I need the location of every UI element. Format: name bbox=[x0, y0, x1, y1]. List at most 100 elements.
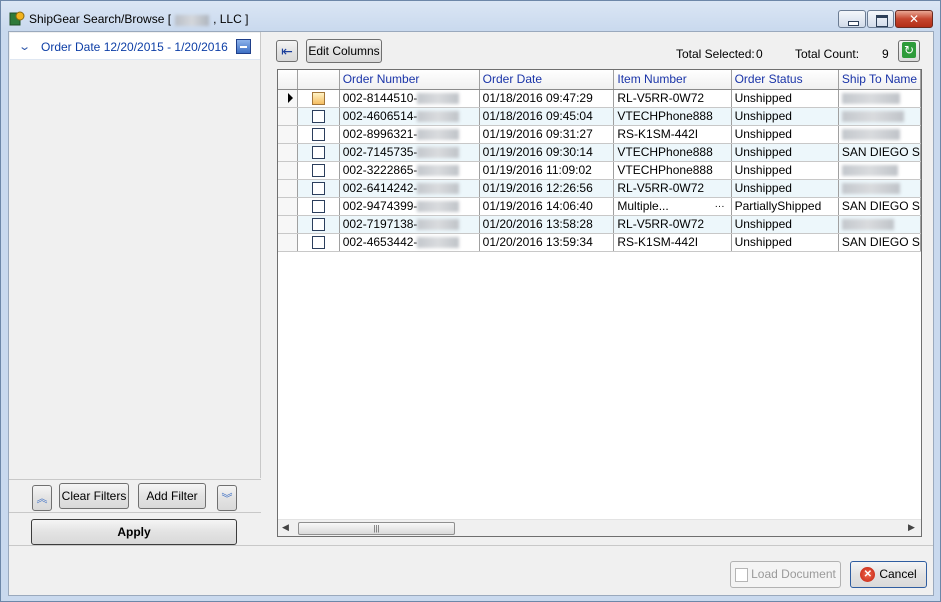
table-row[interactable]: 002-7197138- 01/20/2016 13:58:28 RL-V5RR… bbox=[278, 215, 921, 234]
cancel-button[interactable]: ✕ Cancel bbox=[850, 561, 927, 588]
row-header[interactable] bbox=[278, 179, 298, 198]
row-checkbox-cell[interactable] bbox=[297, 179, 340, 198]
row-checkbox-cell[interactable] bbox=[297, 215, 340, 234]
ship-to-cell[interactable] bbox=[838, 89, 921, 108]
item-number-cell[interactable]: RL-V5RR-0W72 bbox=[613, 215, 732, 234]
load-document-button[interactable]: Load Document bbox=[730, 561, 841, 588]
row-checkbox[interactable] bbox=[311, 217, 325, 231]
row-checkbox[interactable] bbox=[311, 181, 325, 195]
clear-filters-button[interactable]: Clear Filters bbox=[59, 483, 129, 509]
apply-button[interactable]: Apply bbox=[31, 519, 237, 545]
close-window-button[interactable] bbox=[895, 10, 933, 28]
order-number-cell[interactable]: 002-8996321- bbox=[339, 125, 480, 144]
ship-to-cell[interactable] bbox=[838, 215, 921, 234]
item-number-cell[interactable]: VTECHPhone888 bbox=[613, 161, 732, 180]
row-header[interactable] bbox=[278, 89, 298, 108]
order-status-cell[interactable]: PartiallyShipped bbox=[731, 197, 839, 216]
order-number-cell[interactable]: 002-7197138- bbox=[339, 215, 480, 234]
row-checkbox[interactable] bbox=[311, 127, 325, 141]
order-date-cell[interactable]: 01/18/2016 09:45:04 bbox=[479, 107, 615, 126]
row-checkbox-cell[interactable] bbox=[297, 143, 340, 162]
row-checkbox[interactable] bbox=[311, 163, 325, 177]
table-row[interactable]: 002-4653442- 01/20/2016 13:59:34 RS-K1SM… bbox=[278, 233, 921, 252]
row-header[interactable] bbox=[278, 161, 298, 180]
table-row[interactable]: 002-8996321- 01/19/2016 09:31:27 RS-K1SM… bbox=[278, 125, 921, 144]
column-header-ship-to-name[interactable]: Ship To Name bbox=[838, 70, 921, 90]
column-header-item-number[interactable]: Item Number bbox=[613, 70, 732, 90]
move-filter-down-button[interactable]: ︾ bbox=[217, 485, 237, 511]
row-header[interactable] bbox=[278, 197, 298, 216]
row-checkbox[interactable] bbox=[311, 109, 325, 123]
row-checkbox[interactable] bbox=[311, 145, 325, 159]
title-bar[interactable]: ShipGear Search/Browse [, LLC ] bbox=[1, 1, 940, 31]
order-number-cell[interactable]: 002-3222865- bbox=[339, 161, 480, 180]
order-status-cell[interactable]: Unshipped bbox=[731, 125, 839, 144]
row-checkbox-cell[interactable] bbox=[297, 233, 340, 252]
scroll-left-icon[interactable]: ◀ bbox=[282, 522, 289, 533]
move-filter-up-button[interactable]: ︽ bbox=[32, 485, 52, 511]
order-status-cell[interactable]: Unshipped bbox=[731, 161, 839, 180]
item-number-cell[interactable]: RS-K1SM-442I bbox=[613, 125, 732, 144]
order-number-cell[interactable]: 002-9474399- bbox=[339, 197, 480, 216]
row-checkbox-cell[interactable] bbox=[297, 89, 340, 108]
order-number-cell[interactable]: 002-8144510- bbox=[339, 89, 480, 108]
ship-to-cell[interactable] bbox=[838, 125, 921, 144]
table-row[interactable]: 002-9474399- 01/19/2016 14:06:40 Multipl… bbox=[278, 197, 921, 216]
order-number-cell[interactable]: 002-4606514- bbox=[339, 107, 480, 126]
add-filter-button[interactable]: Add Filter bbox=[138, 483, 206, 509]
ship-to-cell[interactable] bbox=[838, 161, 921, 180]
row-checkbox[interactable] bbox=[311, 91, 325, 105]
item-number-cell[interactable]: Multiple... ··· bbox=[613, 197, 732, 216]
row-header[interactable] bbox=[278, 125, 298, 144]
order-status-cell[interactable]: Unshipped bbox=[731, 179, 839, 198]
order-number-cell[interactable]: 002-4653442- bbox=[339, 233, 480, 252]
ship-to-cell[interactable]: SAN DIEGO S bbox=[838, 143, 921, 162]
order-date-cell[interactable]: 01/19/2016 09:31:27 bbox=[479, 125, 615, 144]
row-checkbox-cell[interactable] bbox=[297, 107, 340, 126]
maximize-button[interactable] bbox=[867, 10, 894, 28]
item-number-cell[interactable]: RL-V5RR-0W72 bbox=[613, 179, 732, 198]
more-items-button[interactable]: ··· bbox=[715, 198, 725, 215]
filter-item-order-date[interactable]: ⌄ Order Date 12/20/2015 - 1/20/2016 bbox=[10, 33, 260, 60]
table-row[interactable]: 002-4606514- 01/18/2016 09:45:04 VTECHPh… bbox=[278, 107, 921, 126]
row-checkbox-cell[interactable] bbox=[297, 197, 340, 216]
ship-to-cell[interactable] bbox=[838, 179, 921, 198]
order-number-cell[interactable]: 002-7145735- bbox=[339, 143, 480, 162]
column-header-order-date[interactable]: Order Date bbox=[479, 70, 615, 90]
row-checkbox-cell[interactable] bbox=[297, 125, 340, 144]
order-status-cell[interactable]: Unshipped bbox=[731, 215, 839, 234]
row-checkbox[interactable] bbox=[311, 235, 325, 249]
item-number-cell[interactable]: VTECHPhone888 bbox=[613, 143, 732, 162]
order-date-cell[interactable]: 01/18/2016 09:47:29 bbox=[479, 89, 615, 108]
horizontal-scrollbar[interactable]: ◀ ||| ▶ bbox=[278, 519, 921, 536]
order-status-cell[interactable]: Unshipped bbox=[731, 89, 839, 108]
column-header-order-number[interactable]: Order Number bbox=[339, 70, 480, 90]
ship-to-cell[interactable]: SAN DIEGO S bbox=[838, 233, 921, 252]
order-status-cell[interactable]: Unshipped bbox=[731, 107, 839, 126]
order-date-cell[interactable]: 01/19/2016 12:26:56 bbox=[479, 179, 615, 198]
order-date-cell[interactable]: 01/19/2016 14:06:40 bbox=[479, 197, 615, 216]
minimize-button[interactable] bbox=[838, 10, 866, 28]
table-row[interactable]: 002-8144510- 01/18/2016 09:47:29 RL-V5RR… bbox=[278, 89, 921, 108]
column-header-order-status[interactable]: Order Status bbox=[731, 70, 839, 90]
row-header[interactable] bbox=[278, 233, 298, 252]
item-number-cell[interactable]: VTECHPhone888 bbox=[613, 107, 732, 126]
row-header[interactable] bbox=[278, 107, 298, 126]
refresh-icon[interactable] bbox=[898, 40, 920, 62]
scroll-right-icon[interactable]: ▶ bbox=[908, 522, 915, 533]
table-row[interactable]: 002-7145735- 01/19/2016 09:30:14 VTECHPh… bbox=[278, 143, 921, 162]
order-number-cell[interactable]: 002-6414242- bbox=[339, 179, 480, 198]
order-date-cell[interactable]: 01/19/2016 09:30:14 bbox=[479, 143, 615, 162]
edit-columns-button[interactable]: Edit Columns bbox=[306, 39, 382, 63]
row-checkbox-cell[interactable] bbox=[297, 161, 340, 180]
row-checkbox[interactable] bbox=[311, 199, 325, 213]
item-number-cell[interactable]: RL-V5RR-0W72 bbox=[613, 89, 732, 108]
order-status-cell[interactable]: Unshipped bbox=[731, 233, 839, 252]
chevron-down-icon[interactable]: ⌄ bbox=[18, 40, 31, 53]
order-date-cell[interactable]: 01/19/2016 11:09:02 bbox=[479, 161, 615, 180]
order-date-cell[interactable]: 01/20/2016 13:58:28 bbox=[479, 215, 615, 234]
table-row[interactable]: 002-3222865- 01/19/2016 11:09:02 VTECHPh… bbox=[278, 161, 921, 180]
order-date-cell[interactable]: 01/20/2016 13:59:34 bbox=[479, 233, 615, 252]
ship-to-cell[interactable]: SAN DIEGO S bbox=[838, 197, 921, 216]
row-header[interactable] bbox=[278, 215, 298, 234]
